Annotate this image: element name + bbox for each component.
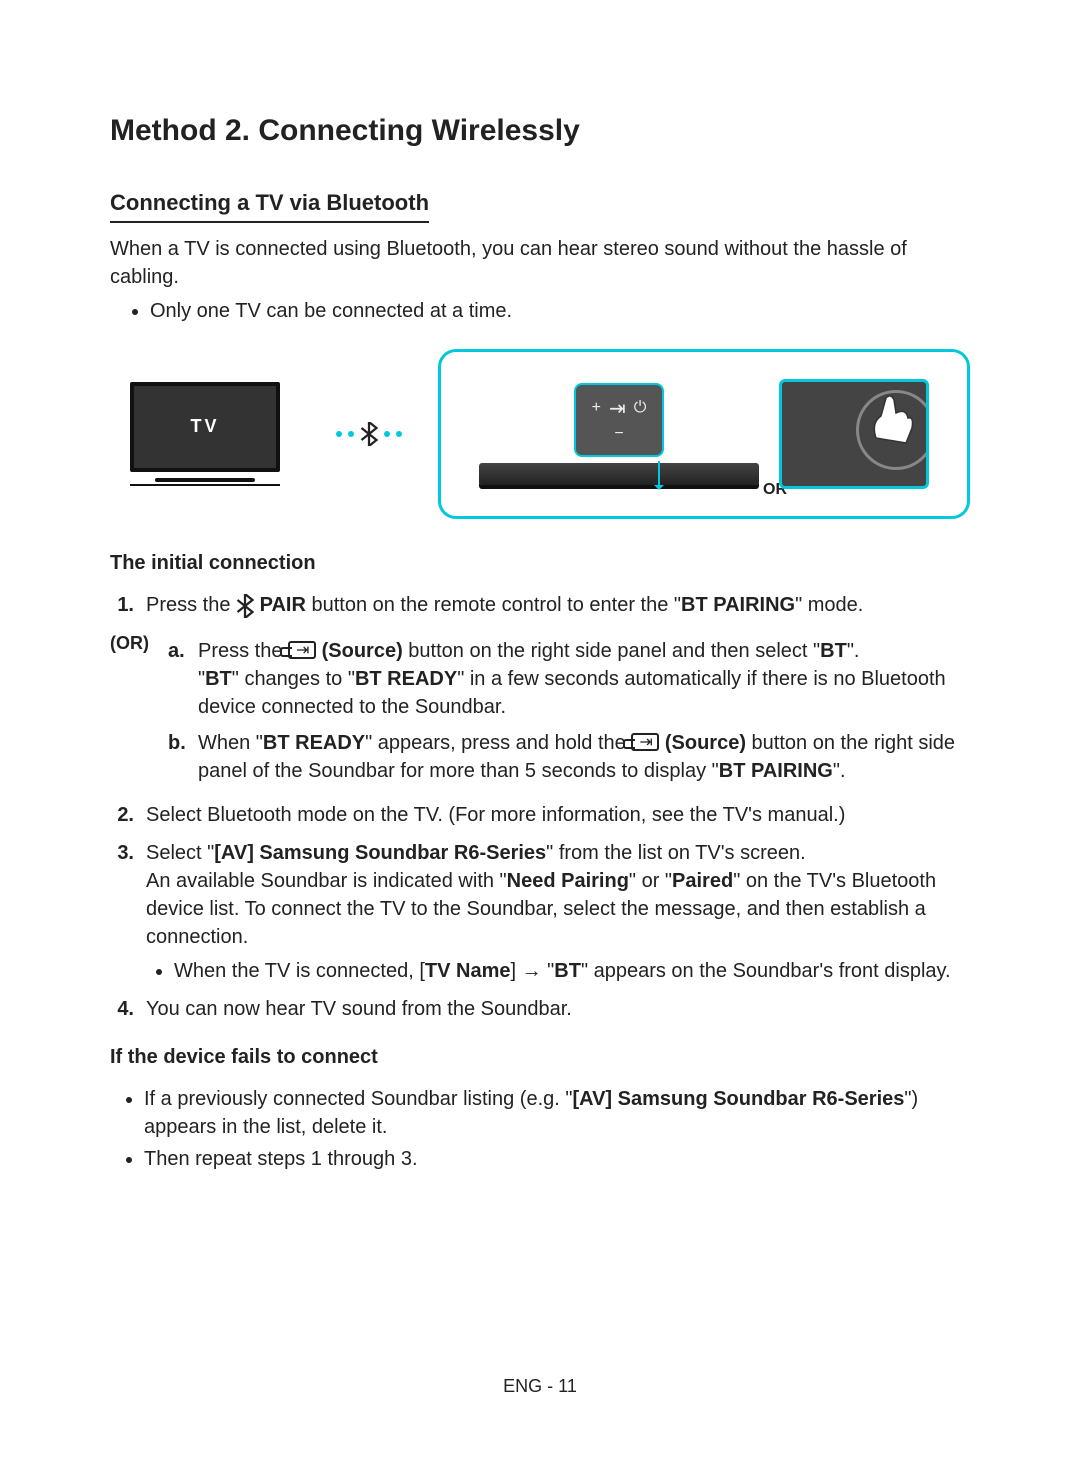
hand-icon — [866, 388, 916, 448]
step-1: 1. Press the PAIR button on the remote c… — [110, 591, 970, 619]
intro-text: When a TV is connected using Bluetooth, … — [110, 235, 970, 291]
remote-illustration — [779, 379, 929, 489]
page-title: Method 2. Connecting Wirelessly — [110, 110, 970, 152]
fail-bullet-2: Then repeat steps 1 through 3. — [144, 1145, 970, 1173]
bluetooth-icon — [360, 422, 378, 446]
intro-bullet: Only one TV can be connected at a time. — [150, 297, 970, 325]
bluetooth-icon — [236, 594, 254, 618]
tv-illustration: TV — [110, 382, 300, 486]
step-a: a. Press the (Source) button on the righ… — [168, 637, 970, 721]
diagram: TV +⇥⏻ − OR — [110, 349, 970, 519]
bluetooth-signal — [336, 422, 402, 446]
step-b: b. When "BT READY" appears, press and ho… — [168, 729, 970, 785]
section-fails-to-connect: If the device fails to connect — [110, 1043, 970, 1071]
or-indicator: (OR) — [110, 629, 168, 793]
section-initial-connection: The initial connection — [110, 549, 970, 577]
tv-screen: TV — [130, 382, 280, 472]
step-2: 2. Select Bluetooth mode on the TV. (For… — [110, 801, 970, 829]
source-icon — [288, 641, 316, 659]
fail-bullet-1: If a previously connected Soundbar listi… — [144, 1085, 970, 1141]
step-3: 3. Select "[AV] Samsung Soundbar R6-Seri… — [110, 839, 970, 985]
section-subtitle: Connecting a TV via Bluetooth — [110, 188, 429, 223]
step-3-bullet: When the TV is connected, [TV Name] → "B… — [174, 957, 970, 985]
soundbar-remote-frame: +⇥⏻ − OR — [438, 349, 970, 519]
side-panel-callout: +⇥⏻ − — [574, 383, 664, 457]
source-icon — [631, 733, 659, 751]
page-footer: ENG - 11 — [0, 1374, 1080, 1399]
soundbar-illustration — [479, 463, 759, 485]
step-4: 4. You can now hear TV sound from the So… — [110, 995, 970, 1023]
